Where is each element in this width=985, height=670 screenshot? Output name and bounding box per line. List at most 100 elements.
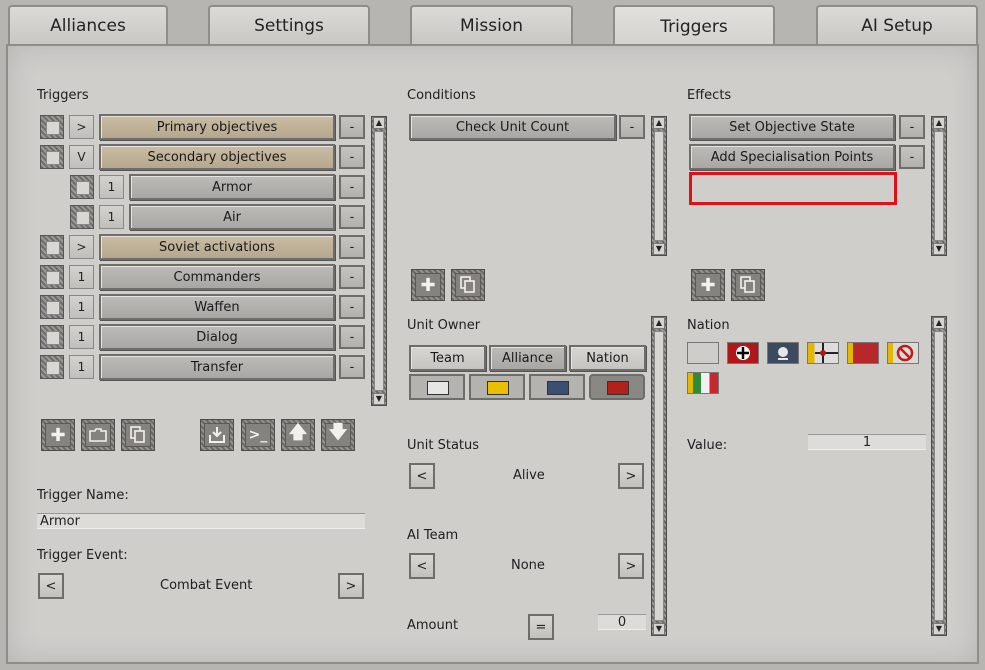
trigger-remove-button[interactable]: - — [339, 205, 365, 229]
ss-flag-icon[interactable] — [767, 342, 799, 364]
import-trigger-button[interactable] — [200, 419, 234, 451]
scroll-thumb[interactable] — [654, 131, 664, 241]
trigger-checkbox[interactable] — [40, 115, 64, 139]
trigger-remove-button[interactable]: - — [339, 115, 365, 139]
scroll-up-icon[interactable]: ▲ — [933, 117, 945, 129]
team-color-red[interactable] — [589, 374, 645, 400]
effect-set-objective-state[interactable]: Set Objective State — [689, 114, 895, 140]
owner-nation-button[interactable]: Nation — [569, 345, 646, 371]
trigger-checkbox[interactable] — [40, 355, 64, 379]
effects-params-scrollbar[interactable]: ▲ ▼ — [931, 316, 947, 636]
event-next-button[interactable]: > — [338, 573, 364, 599]
conditions-scrollbar[interactable]: ▲ ▼ — [651, 116, 667, 256]
console-button[interactable]: >_ — [241, 419, 275, 451]
condition-remove-button[interactable]: - — [619, 115, 645, 139]
add-trigger-button[interactable]: ✚ — [41, 419, 75, 451]
scroll-thumb[interactable] — [654, 331, 664, 621]
unit-status-next-button[interactable]: > — [618, 463, 644, 489]
trigger-expand-toggle[interactable]: 1 — [69, 325, 94, 349]
trigger-expand-toggle[interactable]: > — [69, 235, 94, 259]
trigger-dialog[interactable]: Dialog — [99, 324, 335, 350]
event-prev-button[interactable]: < — [38, 573, 64, 599]
move-up-button[interactable]: 🡅 — [281, 419, 315, 451]
move-down-button[interactable]: 🡇 — [321, 419, 355, 451]
effect-empty-slot-highlight[interactable] — [689, 172, 897, 205]
none-flag-icon[interactable] — [887, 342, 919, 364]
tab-settings[interactable]: Settings — [208, 5, 370, 45]
trigger-checkbox[interactable] — [40, 295, 64, 319]
scroll-up-icon[interactable]: ▲ — [373, 117, 385, 129]
trigger-expand-toggle[interactable]: 1 — [69, 355, 94, 379]
ai-team-next-button[interactable]: > — [618, 553, 644, 579]
trigger-waffen[interactable]: Waffen — [99, 294, 335, 320]
trigger-remove-button[interactable]: - — [339, 355, 365, 379]
scroll-down-icon[interactable]: ▼ — [373, 393, 385, 405]
trigger-checkbox[interactable] — [40, 235, 64, 259]
team-color-blue[interactable] — [529, 374, 585, 400]
add-folder-button[interactable] — [81, 419, 115, 451]
trigger-soviet-activations[interactable]: Soviet activations — [99, 234, 335, 260]
trigger-remove-button[interactable]: - — [339, 325, 365, 349]
scroll-down-icon[interactable]: ▼ — [933, 243, 945, 255]
team-color-white[interactable] — [409, 374, 465, 400]
amount-operator-button[interactable]: = — [528, 614, 554, 640]
neutral-flag-icon[interactable] — [687, 342, 719, 364]
team-color-yellow[interactable] — [469, 374, 525, 400]
tab-alliances[interactable]: Alliances — [8, 5, 168, 45]
trigger-name-input[interactable]: Armor — [37, 513, 365, 529]
scroll-down-icon[interactable]: ▼ — [653, 243, 665, 255]
trigger-transfer[interactable]: Transfer — [99, 354, 335, 380]
trigger-expand-toggle[interactable]: 1 — [99, 175, 124, 199]
trigger-checkbox[interactable] — [40, 265, 64, 289]
trigger-checkbox[interactable] — [70, 205, 94, 229]
trigger-secondary-objectives[interactable]: Secondary objectives — [99, 144, 335, 170]
unit-status-prev-button[interactable]: < — [409, 463, 435, 489]
german-flag-icon[interactable] — [727, 342, 759, 364]
scroll-up-icon[interactable]: ▲ — [653, 117, 665, 129]
italian-flag-icon[interactable] — [687, 372, 719, 394]
condition-check-unit-count[interactable]: Check Unit Count — [409, 114, 616, 140]
copy-condition-button[interactable] — [451, 269, 485, 301]
trigger-expand-toggle[interactable]: 1 — [69, 265, 94, 289]
trigger-expand-toggle[interactable]: 1 — [99, 205, 124, 229]
conditions-params-scrollbar[interactable]: ▲ ▼ — [651, 316, 667, 636]
trigger-primary-objectives[interactable]: Primary objectives — [99, 114, 335, 140]
effect-remove-button[interactable]: - — [899, 145, 925, 169]
amount-input[interactable]: 0 — [598, 614, 646, 630]
copy-effect-button[interactable] — [731, 269, 765, 301]
tab-triggers[interactable]: Triggers — [613, 5, 775, 47]
scroll-up-icon[interactable]: ▲ — [933, 317, 945, 329]
scroll-down-icon[interactable]: ▼ — [653, 623, 665, 635]
add-condition-button[interactable]: ✚ — [411, 269, 445, 301]
kriegsmarine-flag-icon[interactable] — [807, 342, 839, 364]
value-input[interactable]: 1 — [808, 434, 926, 450]
trigger-remove-button[interactable]: - — [339, 235, 365, 259]
effects-scrollbar[interactable]: ▲ ▼ — [931, 116, 947, 256]
scroll-down-icon[interactable]: ▼ — [933, 623, 945, 635]
trigger-checkbox[interactable] — [40, 145, 64, 169]
tab-mission[interactable]: Mission — [410, 5, 573, 45]
add-effect-button[interactable]: ✚ — [691, 269, 725, 301]
ai-team-prev-button[interactable]: < — [409, 553, 435, 579]
soviet-flag-icon[interactable] — [847, 342, 879, 364]
effect-add-specialisation-points[interactable]: Add Specialisation Points — [689, 144, 895, 170]
trigger-expand-toggle[interactable]: 1 — [69, 295, 94, 319]
triggers-scrollbar[interactable]: ▲ ▼ — [371, 116, 387, 406]
copy-trigger-button[interactable] — [121, 419, 155, 451]
tab-ai-setup[interactable]: AI Setup — [816, 5, 978, 45]
trigger-commanders[interactable]: Commanders — [99, 264, 335, 290]
effect-remove-button[interactable]: - — [899, 115, 925, 139]
trigger-expand-toggle[interactable]: V — [69, 145, 94, 169]
trigger-air[interactable]: Air — [129, 204, 335, 230]
trigger-expand-toggle[interactable]: > — [69, 115, 94, 139]
trigger-remove-button[interactable]: - — [339, 295, 365, 319]
scroll-up-icon[interactable]: ▲ — [653, 317, 665, 329]
owner-alliance-button[interactable]: Alliance — [489, 345, 566, 371]
trigger-remove-button[interactable]: - — [339, 175, 365, 199]
owner-team-button[interactable]: Team — [409, 345, 486, 371]
trigger-armor[interactable]: Armor — [129, 174, 335, 200]
trigger-checkbox[interactable] — [70, 175, 94, 199]
trigger-remove-button[interactable]: - — [339, 145, 365, 169]
scroll-thumb[interactable] — [934, 131, 944, 241]
trigger-checkbox[interactable] — [40, 325, 64, 349]
